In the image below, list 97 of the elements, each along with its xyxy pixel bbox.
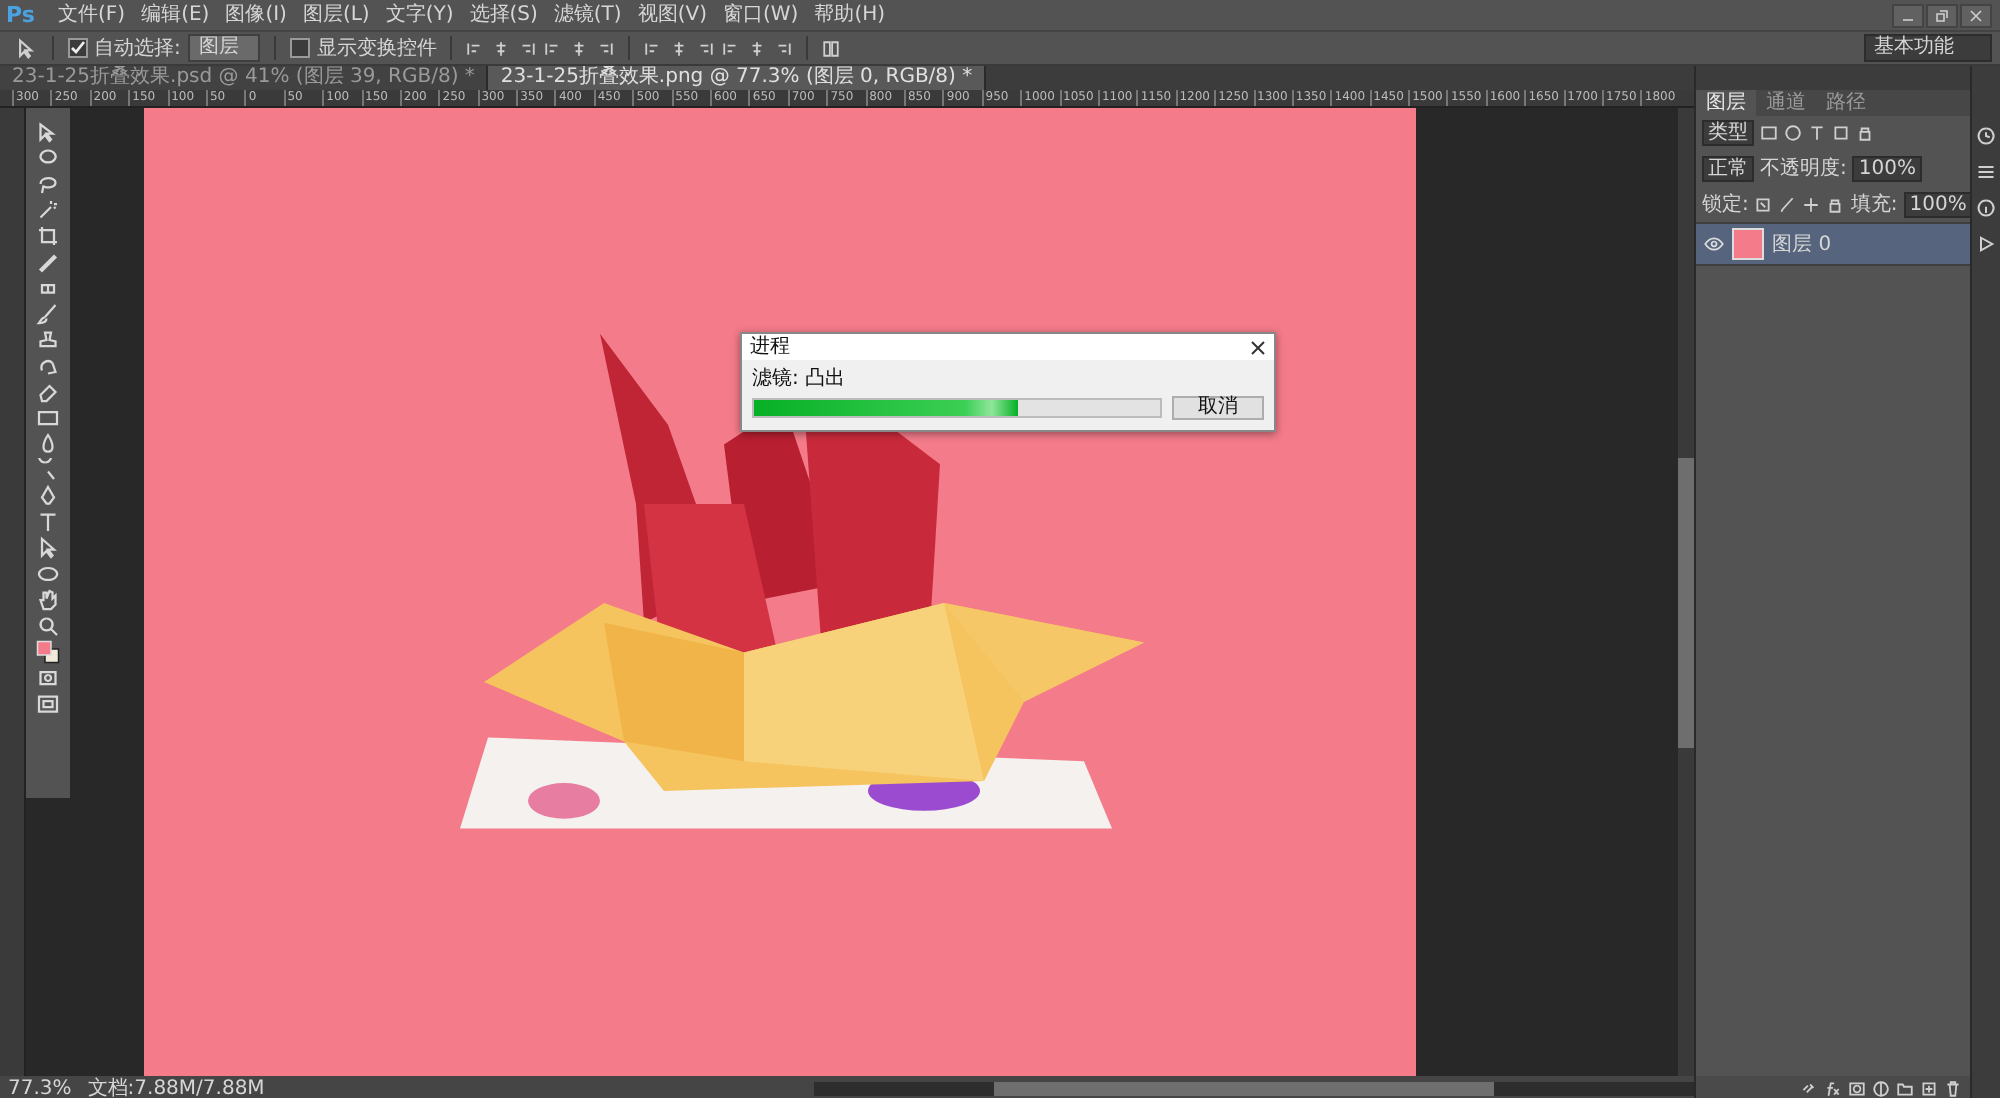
zoom-level[interactable]: 77.3% bbox=[8, 1077, 72, 1098]
stamp-icon[interactable] bbox=[36, 328, 60, 352]
minimize-button[interactable] bbox=[1892, 3, 1924, 27]
progress-message: 滤镜: 凸出 bbox=[752, 366, 848, 392]
restore-button[interactable] bbox=[1926, 3, 1958, 27]
show-transform-checkbox[interactable] bbox=[290, 38, 311, 58]
lock-label: 锁定: bbox=[1702, 191, 1749, 218]
cancel-button[interactable]: 取消 bbox=[1172, 396, 1264, 420]
play-icon[interactable] bbox=[1976, 234, 1996, 254]
layer-row[interactable]: 图层 0 bbox=[1696, 222, 1971, 266]
distribute-icon[interactable] bbox=[696, 39, 715, 57]
eye-icon[interactable] bbox=[1704, 236, 1725, 252]
show-transform-label: 显示变换控件 bbox=[316, 35, 437, 62]
image-filter-icon[interactable] bbox=[1760, 124, 1779, 142]
menu-item[interactable]: 编辑(E) bbox=[133, 2, 218, 28]
layer-filter-dropdown[interactable]: 类型 bbox=[1702, 120, 1755, 146]
fill-label: 填充: bbox=[1850, 191, 1898, 218]
menu-item[interactable]: 图像(I) bbox=[217, 2, 295, 28]
quick-mask-icon[interactable] bbox=[36, 666, 60, 690]
color-swatches-icon[interactable] bbox=[36, 640, 60, 664]
smart-object-filter-icon[interactable] bbox=[1856, 124, 1875, 142]
auto-align-icon[interactable] bbox=[822, 39, 841, 57]
menu-item[interactable]: 选择(S) bbox=[461, 2, 546, 28]
vertical-scrollbar[interactable] bbox=[1678, 108, 1695, 1076]
restore-icon[interactable] bbox=[1934, 7, 1950, 23]
mask-icon[interactable] bbox=[1848, 1079, 1867, 1097]
fill-field[interactable]: 100% bbox=[1903, 191, 1973, 217]
menu-item[interactable]: 滤镜(T) bbox=[545, 2, 630, 28]
history-brush-icon[interactable] bbox=[36, 354, 60, 378]
info-icon[interactable] bbox=[1976, 198, 1996, 218]
gradient-icon[interactable] bbox=[36, 406, 60, 430]
horizontal-scrollbar[interactable] bbox=[814, 1081, 1695, 1095]
trash-icon[interactable] bbox=[1944, 1079, 1963, 1097]
fx-icon[interactable] bbox=[1824, 1079, 1843, 1097]
distribute-icon[interactable] bbox=[644, 39, 663, 57]
document-tab[interactable]: 23-1-25折叠效果.psd @ 41% (图层 39, RGB/8) * bbox=[0, 66, 489, 90]
align-icon[interactable] bbox=[570, 39, 589, 57]
auto-select-label: 自动选择: bbox=[94, 35, 181, 62]
marquee-icon[interactable] bbox=[36, 146, 60, 170]
history-icon[interactable] bbox=[1976, 126, 1996, 146]
adjustment-filter-icon[interactable] bbox=[1784, 124, 1803, 142]
type-filter-icon[interactable] bbox=[1808, 124, 1827, 142]
panel-tab[interactable]: 图层 bbox=[1696, 90, 1757, 116]
folder-icon[interactable] bbox=[1896, 1079, 1915, 1097]
lock-icon[interactable] bbox=[1826, 195, 1845, 213]
move-tool-icon[interactable] bbox=[16, 37, 38, 59]
shape-filter-icon[interactable] bbox=[1832, 124, 1851, 142]
blur-icon[interactable] bbox=[36, 432, 60, 456]
pen-icon[interactable] bbox=[36, 484, 60, 508]
auto-select-checkbox[interactable] bbox=[68, 38, 88, 58]
layer-thumbnail bbox=[1732, 228, 1765, 260]
close-button[interactable] bbox=[1960, 3, 1992, 27]
app-logo: Ps bbox=[4, 2, 37, 28]
close-icon[interactable] bbox=[1250, 339, 1266, 355]
panel-tab[interactable]: 路径 bbox=[1816, 90, 1877, 116]
zoom-icon[interactable] bbox=[36, 614, 60, 638]
new-layer-icon[interactable] bbox=[1920, 1079, 1939, 1097]
menu-item[interactable]: 图层(L) bbox=[294, 2, 378, 28]
type-icon[interactable] bbox=[36, 510, 60, 534]
dialog-title: 进程 bbox=[750, 334, 790, 360]
lock-pixels-icon[interactable] bbox=[1754, 195, 1773, 213]
menu-item[interactable]: 窗口(W) bbox=[714, 2, 807, 28]
lock-move-icon[interactable] bbox=[1802, 195, 1821, 213]
lock-brush-icon[interactable] bbox=[1778, 195, 1797, 213]
distribute-icon[interactable] bbox=[748, 39, 767, 57]
align-icon[interactable] bbox=[492, 39, 511, 57]
panel-tab[interactable]: 通道 bbox=[1756, 90, 1817, 116]
document-size: 文档:7.88M/7.88M bbox=[87, 1075, 265, 1098]
eraser-icon[interactable] bbox=[36, 380, 60, 404]
distribute-icon[interactable] bbox=[670, 39, 689, 57]
layer-name[interactable]: 图层 0 bbox=[1772, 230, 1832, 258]
document-tab[interactable]: 23-1-25折叠效果.png @ 77.3% (图层 0, RGB/8) * bbox=[488, 66, 987, 90]
align-icon[interactable] bbox=[596, 39, 615, 57]
move-icon[interactable] bbox=[36, 120, 60, 144]
distribute-icon[interactable] bbox=[722, 39, 741, 57]
menu-item[interactable]: 视图(V) bbox=[629, 2, 715, 28]
align-icon[interactable] bbox=[466, 39, 485, 57]
brush-icon[interactable] bbox=[36, 302, 60, 326]
path-selection-icon[interactable] bbox=[36, 536, 60, 560]
menu-item[interactable]: 帮助(H) bbox=[806, 2, 894, 28]
adjustment-icon[interactable] bbox=[1872, 1079, 1891, 1097]
align-icon[interactable] bbox=[544, 39, 563, 57]
menu-item[interactable]: 文字(Y) bbox=[377, 2, 462, 28]
lasso-icon[interactable] bbox=[36, 172, 60, 196]
crop-icon[interactable] bbox=[36, 224, 60, 248]
ellipse-icon[interactable] bbox=[36, 562, 60, 586]
auto-select-dropdown[interactable]: 图层 bbox=[188, 34, 261, 62]
menu-item[interactable]: 文件(F) bbox=[50, 2, 134, 28]
blend-mode-dropdown[interactable]: 正常 bbox=[1702, 155, 1755, 181]
magic-wand-icon[interactable] bbox=[36, 198, 60, 222]
hand-icon[interactable] bbox=[36, 588, 60, 612]
screen-mode-icon[interactable] bbox=[36, 692, 60, 716]
opacity-field[interactable]: 100% bbox=[1852, 155, 1922, 181]
distribute-icon[interactable] bbox=[774, 39, 793, 57]
opacity-label: 不透明度: bbox=[1760, 155, 1847, 182]
align-icon[interactable] bbox=[518, 39, 537, 57]
workspace-dropdown[interactable]: 基本功能 bbox=[1864, 34, 1992, 62]
